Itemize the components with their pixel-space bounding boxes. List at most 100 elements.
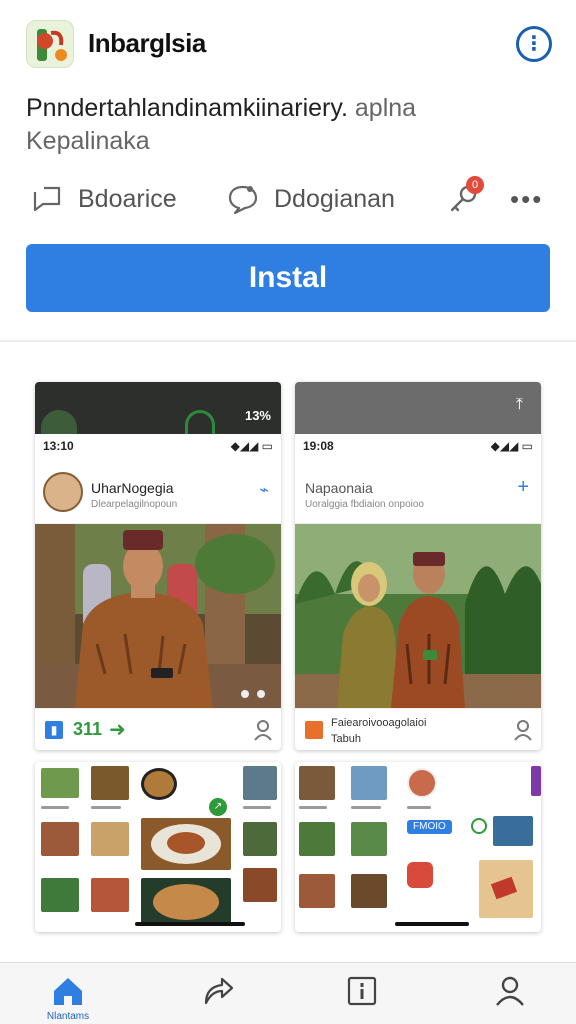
app-title: Inbarglsia xyxy=(88,28,206,58)
profile-row: Napaonaia Uoralggia fbdiaion onpoioo + xyxy=(295,458,541,524)
screenshot-card[interactable]: ⤒ 19:08 ◆◢◢ ▭ Napaonaia Uoralggia fbdiai… xyxy=(295,382,541,750)
check-icon xyxy=(471,818,487,834)
app-description: Pnndertahlandinamkiinariery. aplna Kepal… xyxy=(26,92,546,158)
gallery-thumb xyxy=(41,768,79,798)
gallery-thumb xyxy=(351,766,387,800)
more-icon: ••• xyxy=(510,183,544,214)
gallery-thumb xyxy=(493,816,533,846)
install-button[interactable]: Instal xyxy=(26,244,550,312)
gallery-thumb xyxy=(243,822,277,856)
avatar[interactable] xyxy=(43,472,83,512)
share-label: Bdoarice xyxy=(78,184,177,213)
screenshot-card[interactable]: 13% 13:10 ◆◢◢ ▭ UharNogegia Dlearpelagil… xyxy=(35,382,281,750)
home-indicator xyxy=(135,922,245,926)
activity-icon[interactable]: ⌁ xyxy=(259,480,269,500)
caption-line xyxy=(351,806,381,809)
caption-line xyxy=(407,806,431,809)
profile-name: Napaonaia xyxy=(305,480,373,496)
comment-button[interactable]: Ddogianan xyxy=(226,172,395,226)
app-logo xyxy=(26,20,74,68)
nav-home[interactable]: Nlantams xyxy=(8,963,128,1024)
profile-subtitle: Dlearpelagilnopoun xyxy=(91,499,178,510)
add-icon[interactable]: + xyxy=(517,476,529,499)
divider xyxy=(0,340,576,342)
gallery-thumb xyxy=(243,766,277,800)
upload-icon: ⤒ xyxy=(515,396,523,413)
gallery-thumb xyxy=(351,822,387,856)
profile-name: UharNogegia xyxy=(91,480,174,496)
description-main: Pnndertahlandinamkiinariery. xyxy=(26,94,348,122)
description-line2: Kepalinaka xyxy=(26,127,150,155)
bottom-navigation: Nlantams xyxy=(0,962,576,1024)
footer-title: Faiearoivooagolaioi xyxy=(331,717,427,729)
caption-line xyxy=(91,806,121,809)
gallery-thumb xyxy=(299,822,335,856)
screenshot-top-bar: ⤒ xyxy=(295,382,541,434)
gallery-thumb xyxy=(351,874,387,908)
gallery-card[interactable]: ↗ xyxy=(35,762,281,932)
nav-info[interactable] xyxy=(302,963,422,1024)
nav-home-label: Nlantams xyxy=(46,1011,90,1022)
home-indicator xyxy=(395,922,469,926)
caption-line xyxy=(41,806,69,809)
person-icon xyxy=(496,976,524,1006)
feed-photo xyxy=(295,524,541,708)
gallery-thumb xyxy=(531,766,541,796)
more-options-button[interactable]: ••• xyxy=(510,172,543,226)
gallery-thumb xyxy=(41,878,79,912)
screenshot-footer: ▮ 311 ➜ xyxy=(35,708,281,750)
gallery-thumb xyxy=(407,768,437,798)
gallery-thumb xyxy=(141,768,177,800)
screenshot-top-bar: 13% xyxy=(35,382,281,434)
comment-icon xyxy=(228,185,258,215)
gallery-thumb xyxy=(243,868,277,902)
gallery-thumb xyxy=(299,874,335,908)
home-icon xyxy=(54,978,82,1005)
nav-share[interactable] xyxy=(158,963,278,1024)
footer-count: 311 xyxy=(73,719,103,739)
info-button[interactable]: ⋮ xyxy=(516,26,552,62)
notification-badge: 0 xyxy=(466,176,484,194)
app-icon xyxy=(305,721,323,739)
share-button[interactable]: Bdoarice xyxy=(30,172,177,226)
gallery-thumb xyxy=(479,860,533,918)
description-muted: aplna xyxy=(354,94,417,122)
nav-profile[interactable] xyxy=(450,963,570,1024)
action-row: Bdoarice Ddogianan 0 ••• xyxy=(0,172,576,226)
gallery-thumb xyxy=(91,878,129,912)
status-icons: ◆◢◢ ▭ xyxy=(230,439,273,453)
person-icon[interactable] xyxy=(513,719,533,741)
gallery-card[interactable]: FMOIO xyxy=(295,762,541,932)
gallery-thumb xyxy=(41,822,79,856)
caption-line xyxy=(299,806,327,809)
profile-row: UharNogegia Dlearpelagilnopoun ⌁ xyxy=(35,458,281,524)
notifications-button[interactable]: 0 xyxy=(444,172,488,226)
status-bar: 19:08 ◆◢◢ ▭ xyxy=(295,434,541,458)
badge-icon: ↗ xyxy=(209,798,227,816)
share-arrow-icon xyxy=(204,977,234,1005)
top-percent: 13% xyxy=(244,408,271,423)
info-icon: ⋮ xyxy=(524,33,544,55)
person-icon[interactable] xyxy=(253,719,273,741)
status-time: 13:10 xyxy=(43,439,74,453)
bookmark-icon[interactable]: ▮ xyxy=(45,721,63,739)
arrow-icon[interactable]: ➜ xyxy=(109,717,126,742)
caption-line xyxy=(243,806,271,809)
status-chip: FMOIO xyxy=(407,820,452,834)
app-header: Inbarglsia ⋮ xyxy=(0,0,576,90)
info-box-icon xyxy=(347,976,377,1006)
screenshot-footer: Faiearoivooagolaioi Tabuh xyxy=(295,708,541,750)
gallery-thumb xyxy=(141,818,231,870)
feed-photo xyxy=(35,524,281,708)
share-icon xyxy=(33,186,61,212)
status-icons: ◆◢◢ ▭ xyxy=(490,439,533,453)
gallery-thumb xyxy=(407,862,433,888)
gallery-thumb xyxy=(91,766,129,800)
comment-label: Ddogianan xyxy=(274,184,395,213)
footer-subtitle: Tabuh xyxy=(331,733,361,745)
gallery-thumb xyxy=(91,822,129,856)
status-time: 19:08 xyxy=(303,439,334,453)
profile-subtitle: Uoralggia fbdiaion onpoioo xyxy=(305,499,424,510)
gallery-thumb xyxy=(141,878,231,926)
status-bar: 13:10 ◆◢◢ ▭ xyxy=(35,434,281,458)
